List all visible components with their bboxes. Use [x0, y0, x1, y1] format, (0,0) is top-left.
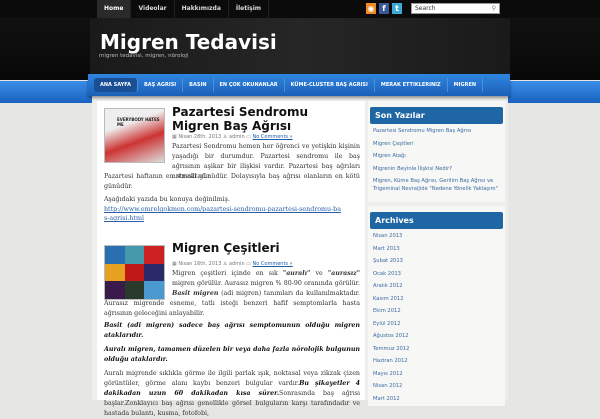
- post-title[interactable]: Pazartesi Sendromu Migren Baş Ağrısı: [172, 105, 357, 133]
- archive-link[interactable]: Ocak 2013: [368, 270, 505, 278]
- recent-post-link[interactable]: Migrenin Beyinle İlişkisi Nedir?: [368, 165, 505, 173]
- nav-basin[interactable]: BASIN: [183, 78, 214, 92]
- comment-icon: ▭: [246, 261, 251, 267]
- post-date: Nisan 16th, 2013: [178, 261, 222, 267]
- archive-link[interactable]: Mart 2013: [368, 245, 505, 253]
- comment-icon: ▭: [246, 134, 251, 140]
- post-title[interactable]: Migren Çeşitleri: [172, 241, 357, 255]
- nav-en-cok-okunanlar[interactable]: EN ÇOK OKUNANLAR: [214, 78, 285, 92]
- site-title[interactable]: Migren Tedavisi: [100, 30, 277, 54]
- post-paragraph: Aşağıdaki yazıda bu konuya değinilmiş.: [104, 196, 230, 203]
- archive-link[interactable]: Mart 2012: [368, 395, 505, 403]
- recent-post-link[interactable]: Migren Atağı: [368, 152, 505, 160]
- nav-bas-agrisi[interactable]: BAŞ AGRISI: [138, 78, 184, 92]
- archive-link[interactable]: Temmuz 2012: [368, 345, 505, 353]
- site-tagline: migren tedavisi, migren, nöroloji: [99, 53, 189, 59]
- recent-post-link[interactable]: Migren, Küme Baş Ağrısı, Gerilim Baş Ağr…: [368, 177, 505, 193]
- nav-kume-cluster[interactable]: KÜME-CLUSTER BAŞ AGRISI: [285, 78, 375, 92]
- archive-link[interactable]: Kasım 2012: [368, 295, 505, 303]
- topnav-home[interactable]: Home: [97, 0, 132, 18]
- top-bar: Home Videolar Hakkımızda İletişim ◉ f t …: [0, 0, 600, 18]
- archive-link[interactable]: Aralık 2012: [368, 282, 505, 290]
- post-paragraph: Auralı migren, tamamen düzelen bir veya …: [104, 346, 360, 363]
- search-input[interactable]: Search ⚲: [411, 3, 500, 14]
- post-link[interactable]: http://www.emrelgokmen.com/pazartesi-sen…: [104, 205, 344, 223]
- post-meta: ▦ Nisan 28th, 2013 ♙ admin ▭ No Comments…: [172, 134, 293, 140]
- post-excerpt: Migren çeşitleri içinde en sık "auralı" …: [104, 270, 361, 317]
- archive-link[interactable]: Ağustos 2012: [368, 332, 505, 340]
- archive-link[interactable]: Nisan 2013: [368, 232, 505, 240]
- topnav-iletisim[interactable]: İletişim: [229, 0, 270, 18]
- site-header: [0, 18, 600, 80]
- post-author[interactable]: admin: [229, 261, 245, 267]
- archives-widget: Archives Nisan 2013 Mart 2013 Şubat 2013…: [368, 206, 505, 406]
- archive-link[interactable]: Ekim 2012: [368, 307, 505, 315]
- archive-link[interactable]: Nisan 2012: [368, 382, 505, 390]
- topnav-hakkimizda[interactable]: Hakkımızda: [175, 0, 229, 18]
- widget-title: Son Yazılar: [370, 107, 503, 124]
- nav-ana-sayfa[interactable]: ANA SAYFA: [94, 78, 138, 92]
- post-excerpt-cont: Pazartesi haftanın en stresli günüdür. D…: [104, 173, 360, 190]
- recent-posts-widget: Son Yazılar Pazartesi Sendromu Migren Ba…: [368, 101, 505, 202]
- calendar-icon: ▦: [172, 261, 177, 267]
- main-nav: ANA SAYFA BAŞ AGRISI BASIN EN ÇOK OKUNAN…: [88, 74, 510, 96]
- recent-post-link[interactable]: Pazartesi Sendromu Migren Baş Ağrısı: [368, 127, 505, 135]
- nav-merak-ettikleriniz[interactable]: MERAK ETTIKLERINIZ: [375, 78, 448, 92]
- top-nav: Home Videolar Hakkımızda İletişim: [97, 0, 270, 18]
- post-thumbnail[interactable]: EVERYBODY HATES ME: [104, 108, 165, 163]
- search-icon[interactable]: ⚲: [492, 4, 496, 13]
- user-icon: ♙: [222, 134, 228, 140]
- social-links: ◉ f t: [366, 3, 402, 14]
- archive-link[interactable]: Eylül 2012: [368, 320, 505, 328]
- post-author[interactable]: admin: [229, 134, 245, 140]
- post-paragraph: Auralı migrende sıklıkla görme ile ilgil…: [104, 370, 360, 417]
- thumbnail-caption: EVERYBODY HATES ME: [117, 117, 160, 127]
- calendar-icon: ▦: [172, 134, 177, 140]
- comments-link[interactable]: No Comments »: [253, 261, 293, 267]
- facebook-icon[interactable]: f: [379, 3, 389, 14]
- archive-link[interactable]: Mayıs 2012: [368, 370, 505, 378]
- search-placeholder: Search: [415, 5, 436, 12]
- widget-title: Archives: [370, 212, 503, 229]
- twitter-icon[interactable]: t: [392, 3, 402, 14]
- post-date: Nisan 28th, 2013: [178, 134, 222, 140]
- nav-migren[interactable]: MIGREN: [448, 78, 484, 92]
- archive-link[interactable]: Haziran 2012: [368, 357, 505, 365]
- rss-icon[interactable]: ◉: [366, 3, 376, 14]
- archive-link[interactable]: Şubat 2013: [368, 257, 505, 265]
- user-icon: ♙: [222, 261, 228, 267]
- comments-link[interactable]: No Comments »: [253, 134, 293, 140]
- topnav-videolar[interactable]: Videolar: [131, 0, 175, 18]
- post-meta: ▦ Nisan 16th, 2013 ♙ admin ▭ No Comments…: [172, 261, 293, 267]
- recent-post-link[interactable]: Migren Çeşitleri: [368, 140, 505, 148]
- post-paragraph: Basit (adi migren) sadece baş ağrısı sem…: [104, 322, 360, 339]
